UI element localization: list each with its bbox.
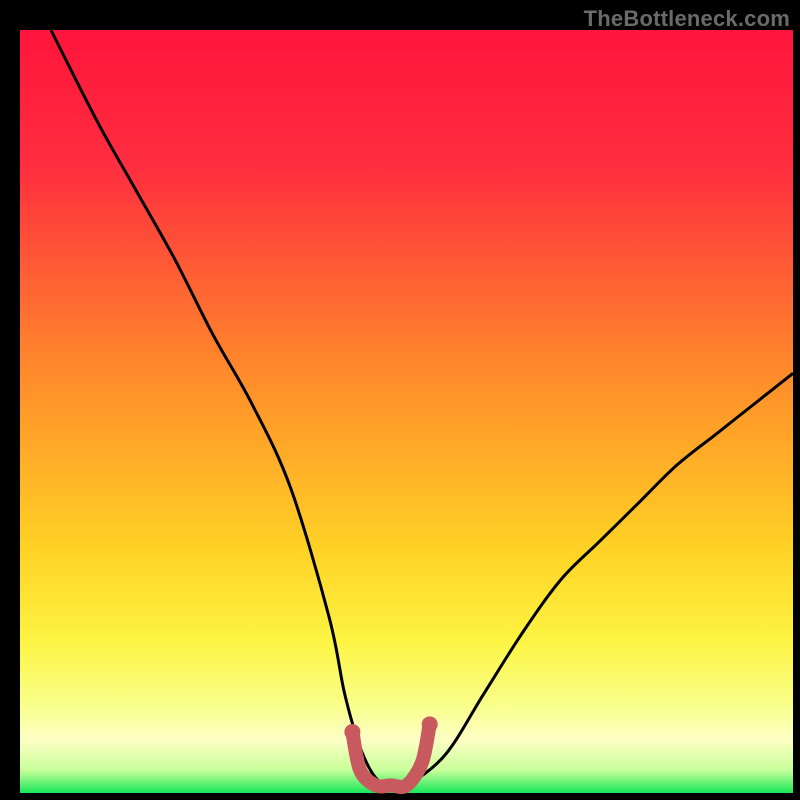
optimal-band-dot (422, 716, 438, 732)
chart-frame: TheBottleneck.com (0, 0, 800, 800)
plot-background (20, 30, 793, 793)
watermark-label: TheBottleneck.com (584, 6, 790, 32)
optimal-band-dot (344, 724, 360, 740)
bottleneck-chart (0, 0, 800, 800)
